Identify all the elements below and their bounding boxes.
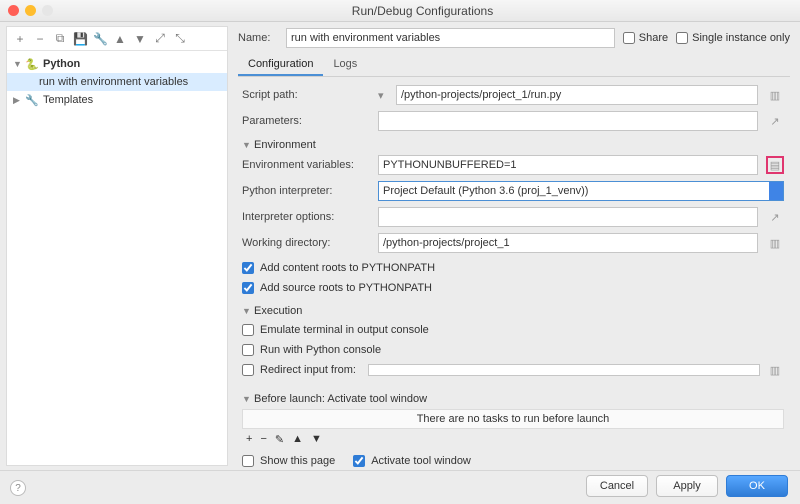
expand-icon[interactable]: ↗ — [766, 208, 784, 226]
zoom-icon — [42, 5, 53, 16]
traffic-lights — [8, 5, 53, 16]
wrench-icon: 🔧 — [25, 94, 39, 107]
workdir-label: Working directory: — [242, 237, 370, 249]
titlebar: Run/Debug Configurations — [0, 0, 800, 22]
before-launch-section[interactable]: ▼Before launch: Activate tool window — [242, 393, 784, 405]
remove-icon[interactable]: − — [260, 433, 266, 446]
parameters-input[interactable] — [378, 111, 758, 131]
envvars-input[interactable] — [378, 155, 758, 175]
sidebar: + − ⧉ 💾 🔧 ▲ ▼ ⤢ ⤡ ▼ 🐍 Python run with en… — [6, 26, 228, 466]
up-icon[interactable]: ▲ — [113, 32, 127, 46]
up-icon[interactable]: ▲ — [292, 433, 303, 446]
name-label: Name: — [238, 32, 278, 44]
run-python-console-checkbox[interactable] — [242, 344, 254, 356]
tree-node-python[interactable]: ▼ 🐍 Python — [7, 55, 227, 73]
add-source-roots-checkbox[interactable] — [242, 282, 254, 294]
redirect-input-field[interactable] — [368, 364, 760, 376]
chevron-right-icon: ▶ — [13, 95, 21, 106]
add-icon[interactable]: + — [13, 32, 27, 46]
python-icon: 🐍 — [25, 58, 39, 71]
redirect-input-checkbox[interactable] — [242, 364, 254, 376]
before-launch-toolbar: + − ✎ ▲ ▼ — [242, 431, 784, 448]
folder-icon[interactable]: ▥ — [766, 86, 784, 104]
apply-button[interactable]: Apply — [656, 475, 718, 497]
dialog-footer: Cancel Apply OK — [0, 470, 800, 500]
sidebar-toolbar: + − ⧉ 💾 🔧 ▲ ▼ ⤢ ⤡ — [7, 27, 227, 51]
before-launch-tasks: There are no tasks to run before launch — [242, 409, 784, 429]
window-title: Run/Debug Configurations — [53, 4, 792, 18]
chevron-down-icon[interactable]: ▾ — [378, 89, 388, 102]
share-checkbox[interactable]: Share — [623, 32, 668, 44]
tree-node-templates[interactable]: ▶ 🔧 Templates — [7, 91, 227, 109]
collapse-icon[interactable]: ⤡ — [173, 31, 187, 46]
name-input[interactable] — [286, 28, 615, 48]
script-path-input[interactable] — [396, 85, 758, 105]
interp-opts-label: Interpreter options: — [242, 211, 370, 223]
add-icon[interactable]: + — [246, 433, 252, 446]
remove-icon[interactable]: − — [33, 32, 47, 46]
chevron-down-icon: ▼ — [13, 59, 21, 69]
interp-opts-input[interactable] — [378, 207, 758, 227]
tab-configuration[interactable]: Configuration — [238, 54, 323, 76]
tree-label: Python — [43, 58, 80, 70]
browse-envvars-button[interactable]: ▤ — [766, 156, 784, 174]
execution-section[interactable]: ▼Execution — [242, 305, 784, 317]
expand-icon[interactable]: ↗ — [766, 112, 784, 130]
parameters-label: Parameters: — [242, 115, 370, 127]
script-path-label: Script path: — [242, 89, 370, 101]
down-icon[interactable]: ▼ — [311, 433, 322, 446]
activate-tool-window-checkbox[interactable] — [353, 455, 365, 467]
tree-label: run with environment variables — [39, 76, 188, 88]
wrench-icon[interactable]: 🔧 — [93, 32, 107, 46]
folder-icon[interactable]: ▥ — [766, 361, 784, 379]
emulate-terminal-checkbox[interactable] — [242, 324, 254, 336]
minimize-icon[interactable] — [25, 5, 36, 16]
envvars-label: Environment variables: — [242, 159, 370, 171]
expand-icon[interactable]: ⤢ — [153, 31, 167, 46]
close-icon[interactable] — [8, 5, 19, 16]
environment-section[interactable]: ▼Environment — [242, 139, 784, 151]
down-icon[interactable]: ▼ — [133, 32, 147, 46]
interpreter-select[interactable]: Project Default (Python 3.6 (proj_1_venv… — [378, 181, 784, 201]
tree-node-run-config[interactable]: run with environment variables — [7, 73, 227, 91]
show-this-page-checkbox[interactable] — [242, 455, 254, 467]
workdir-input[interactable] — [378, 233, 758, 253]
config-tree: ▼ 🐍 Python run with environment variable… — [7, 51, 227, 113]
single-instance-checkbox[interactable]: Single instance only — [676, 32, 790, 44]
tab-logs[interactable]: Logs — [323, 54, 367, 76]
tree-label: Templates — [43, 94, 93, 106]
tabs: Configuration Logs — [238, 54, 790, 77]
ok-button[interactable]: OK — [726, 475, 788, 497]
edit-icon[interactable]: ✎ — [275, 433, 284, 446]
cancel-button[interactable]: Cancel — [586, 475, 648, 497]
folder-icon[interactable]: ▥ — [766, 234, 784, 252]
interpreter-label: Python interpreter: — [242, 185, 370, 197]
help-icon[interactable]: ? — [10, 480, 26, 496]
save-icon[interactable]: 💾 — [73, 32, 87, 46]
copy-icon[interactable]: ⧉ — [53, 31, 67, 46]
add-content-roots-checkbox[interactable] — [242, 262, 254, 274]
